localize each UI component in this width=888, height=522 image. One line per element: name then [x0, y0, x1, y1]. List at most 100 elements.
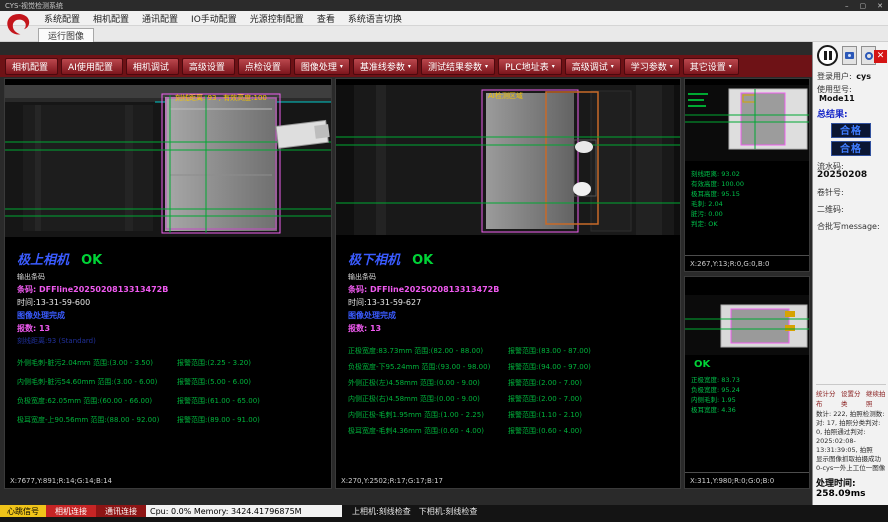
upper-measurement-list: 外侧毛刺-脏污2.04mm 范围:(3.00 - 3.50)报警范围:(2.25…: [17, 358, 327, 425]
alarm-range-text: 报警范围:(5.00 - 6.00): [177, 377, 251, 387]
lower-process-status: 图像处理完成: [348, 310, 676, 321]
preview-top-image[interactable]: [685, 85, 809, 161]
stats-link-continue[interactable]: 继续拍照: [866, 388, 886, 408]
toolbar-button-label: 点检设置: [245, 60, 281, 73]
measurement-row: 负极宽度-下95.24mm 范围:(93.00 - 98.00)报警范围:(94…: [348, 362, 676, 372]
preview-panel-top: 刻线距离: 93.02 有效高度: 100.00 极耳高度: 95.15 毛刺:…: [684, 78, 810, 272]
upper-image-annotation: 刻线距离: 93 , 有效高度:100: [175, 93, 267, 103]
menu-item-light-control-config[interactable]: 光源控制配置: [250, 12, 304, 25]
measurement-text: 负极宽度-下95.24mm 范围:(93.00 - 98.00): [348, 362, 508, 372]
toolbar-button-ai-usage-config[interactable]: AI使用配置: [61, 58, 123, 75]
menu-item-camera-config[interactable]: 相机配置: [93, 12, 129, 25]
upper-capture-time: 时间:13-31-59-600: [17, 297, 327, 308]
alarm-range-text: 报警范围:(1.10 - 2.10): [508, 410, 582, 420]
upper-note: 刻线距离:93 (Standard): [17, 336, 327, 346]
chevron-down-icon: ▾: [729, 63, 732, 70]
menu-item-view[interactable]: 查看: [317, 12, 335, 25]
lower-measurement-list: 正极宽度:83.73mm 范围:(82.00 - 88.00)报警范围:(83.…: [348, 346, 676, 436]
chevron-down-icon: ▾: [552, 63, 555, 70]
measurement-text: 外侧正极(左)4.58mm 范围:(0.00 - 9.00): [348, 378, 508, 388]
total-result-box-lower: 合格: [831, 141, 871, 156]
menu-item-io-manual-config[interactable]: IO手动配置: [191, 12, 237, 25]
login-user-value: cys: [856, 72, 871, 81]
upper-process-status: 图像处理完成: [17, 310, 327, 321]
toolbar-button-camera-config[interactable]: 相机配置: [5, 58, 58, 75]
menu-item-language-switch[interactable]: 系统语言切换: [348, 12, 402, 25]
maximize-icon[interactable]: ▢: [860, 2, 867, 10]
measurement-row: 内侧正极(右)4.58mm 范围:(0.00 - 9.00)报警范围:(2.00…: [348, 394, 676, 404]
menu-item-comm-config[interactable]: 通讯配置: [142, 12, 178, 25]
upper-camera-info: 极上相机 OK 输出条码 条码: DFFline2025020813313472…: [17, 249, 327, 434]
close-icon[interactable]: ✕: [877, 2, 883, 10]
toolbar-button-spot-check[interactable]: 点检设置: [238, 58, 291, 75]
preview-line: 有效高度: 100.00: [691, 179, 744, 189]
cpu-memory-readout: Cpu: 0.0% Memory: 3424.41796875M: [146, 505, 342, 517]
toolbar-button-label: AI使用配置: [68, 60, 113, 73]
alarm-range-text: 报警范围:(2.25 - 3.20): [177, 358, 251, 368]
upper-camera-image[interactable]: [5, 85, 331, 237]
lower-camera-image[interactable]: [336, 85, 680, 235]
total-result-label: 总结果:: [817, 107, 886, 120]
preview-line: 正极宽度: 83.73: [691, 375, 740, 385]
app-logo-icon: [3, 12, 35, 40]
preview-line: 判定: OK: [691, 219, 744, 229]
toolbar-button-other-settings[interactable]: 其它设置▾: [683, 58, 739, 75]
preview-line: 极耳宽度: 4.36: [691, 405, 740, 415]
heartbeat-indicator: 心跳信号: [0, 505, 46, 517]
alarm-range-text: 报警范围:(2.00 - 7.00): [508, 378, 582, 388]
preview-line: 内侧毛刺: 1.95: [691, 395, 740, 405]
menu-item-system-config[interactable]: 系统配置: [44, 12, 80, 25]
toolbar-button-label: 高级设置: [189, 60, 225, 73]
preview-bottom-pixel-coords: X:311,Y:980;R:0;G:0;B:0: [690, 477, 774, 485]
toolbar-button-advanced-settings[interactable]: 高级设置: [182, 58, 235, 75]
stats-link-classify[interactable]: 设置分类: [841, 388, 861, 408]
camera-capture-button[interactable]: [842, 46, 857, 65]
toolbar-button-advanced-debug[interactable]: 高级调试▾: [565, 58, 621, 75]
stats-line: 对: 17, 拍照分类判对:: [816, 419, 886, 428]
pause-button[interactable]: [817, 45, 838, 66]
lower-camera-result: OK: [412, 253, 433, 268]
stats-line: 数计: 222, 拍照检测数:: [816, 410, 886, 419]
toolbar-button-label: 学习参数: [631, 60, 667, 73]
serial-value: 20250208: [817, 171, 886, 180]
toolbar-button-label: 相机调试: [133, 60, 169, 73]
lower-pixel-coords: X:270,Y:2502;R:17;G:17;B:17: [341, 477, 443, 485]
alarm-range-text: 报警范围:(2.00 - 7.00): [508, 394, 582, 404]
lower-barcode-value: 条码: DFFline2025020813313472B: [348, 284, 676, 295]
preview-bottom-image[interactable]: [685, 295, 809, 355]
sidebar-close-button[interactable]: ✕: [874, 50, 887, 63]
toolbar-button-camera-debug[interactable]: 相机调试: [126, 58, 179, 75]
total-result-box-upper: 合格: [831, 123, 871, 138]
toolbar-button-label: 基准线参数: [360, 60, 405, 73]
measurement-text: 内侧正极(右)4.58mm 范围:(0.00 - 9.00): [348, 394, 508, 404]
menu-bar: 系统配置 相机配置 通讯配置 IO手动配置 光源控制配置 查看 系统语言切换: [0, 11, 888, 26]
chevron-down-icon: ▾: [611, 63, 614, 70]
upper-camera-result: OK: [81, 253, 102, 268]
upper-pixel-coords: X:7677,Y:891;R:14;G:14;B:14: [10, 477, 112, 485]
toolbar-button-label: 高级调试: [572, 60, 608, 73]
toolbar-button-learning-params[interactable]: 学习参数▾: [624, 58, 680, 75]
stats-link-distribution[interactable]: 统计分布: [816, 388, 836, 408]
stats-line: 0, 拍照通过判对:: [816, 428, 886, 437]
preview-line: 刻线距离: 93.02: [691, 169, 744, 179]
pause-icon: [824, 51, 827, 60]
measurement-row: 正极宽度:83.73mm 范围:(82.00 - 88.00)报警范围:(83.…: [348, 346, 676, 356]
qrcode-label: 二维码:: [817, 205, 844, 214]
status-bar: 心跳信号 相机连接 通讯连接 Cpu: 0.0% Memory: 3424.41…: [0, 505, 888, 522]
stats-line: 0-cys一外上工位一图像: [816, 464, 886, 473]
alarm-range-text: 报警范围:(89.00 - 91.00): [177, 415, 260, 425]
toolbar-button-baseline-params[interactable]: 基准线参数▾: [353, 58, 418, 75]
winder-label: 卷针号:: [817, 188, 844, 197]
pause-icon: [829, 51, 832, 60]
upper-report-count: 报数: 13: [17, 323, 327, 334]
toolbar-button-plc-address-table[interactable]: PLC地址表▾: [498, 58, 562, 75]
toolbar-button-label: 测试结果参数: [428, 60, 482, 73]
tab-run-image[interactable]: 运行图像: [38, 28, 94, 42]
minimize-icon[interactable]: –: [845, 2, 849, 10]
measurement-row: 极耳宽度-上90.56mm 范围:(88.00 - 92.00)报警范围:(89…: [17, 415, 327, 425]
measurement-text: 极耳宽度-毛刺4.36mm 范围:(0.60 - 4.00): [348, 426, 508, 436]
toolbar-button-image-processing[interactable]: 图像处理▾: [294, 58, 350, 75]
lower-camera-info: 极下相机 OK 输出条码 条码: DFFline2025020813313472…: [348, 249, 676, 442]
toolbar-button-test-result-params[interactable]: 测试结果参数▾: [421, 58, 495, 75]
lower-camera-panel: AI检测区域 极下相机 OK 输出条码 条码: DFFline202502081…: [335, 78, 681, 489]
